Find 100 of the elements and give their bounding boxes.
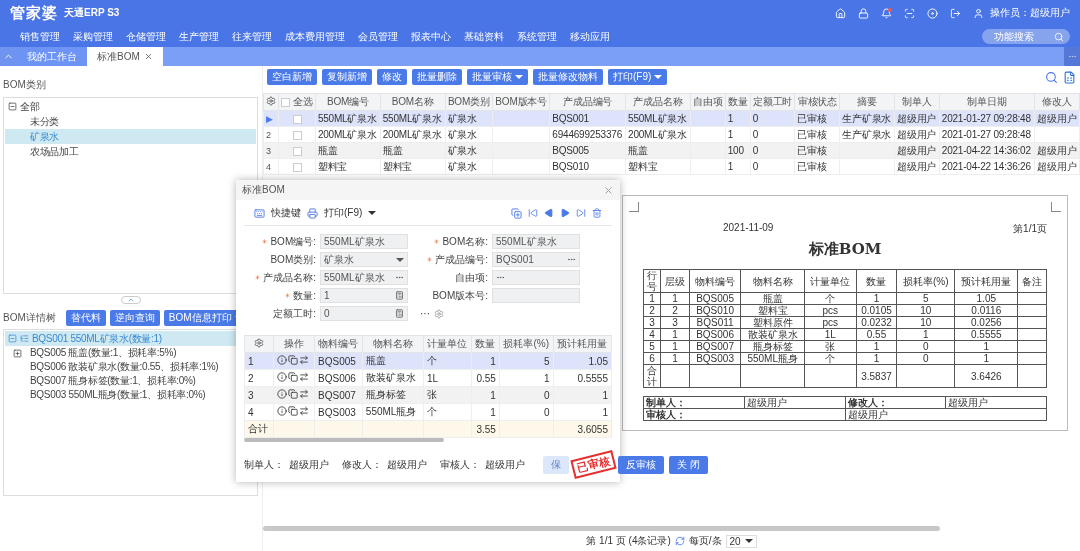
report-cell: 10 (896, 316, 955, 329)
field-label: 数量: (293, 288, 316, 303)
report-cell: BQS007 (689, 340, 741, 353)
report-header-cell: 备注 (1017, 269, 1047, 293)
person-label: 修改人： (342, 458, 382, 472)
report-cell: 3 (660, 316, 690, 329)
report-cell: 0.55 (856, 328, 897, 341)
report-cell: 5 (896, 292, 955, 305)
report-cell: 1 (660, 340, 690, 353)
field-label: 产成品名称: (263, 270, 316, 285)
table-cell: 生产矿泉水 (839, 126, 895, 143)
column-header: 摘要 (839, 93, 895, 111)
column-header: 数量 (725, 93, 751, 111)
report-header-cell: 行号 (643, 269, 661, 293)
total-cell: 3.6055 (553, 420, 612, 438)
field-label: 定额工时: (273, 306, 316, 321)
table-cell: 1 (471, 403, 500, 421)
table-cell: 已审核 (794, 142, 840, 159)
row-number: 3 (263, 142, 279, 159)
report-cell: 1.05 (954, 292, 1018, 305)
table-cell: 矿泉水 (445, 142, 493, 159)
row-number: 2 (244, 369, 274, 387)
field-label: 产成品编号: (435, 252, 488, 267)
table-cell: 生产矿泉水 (839, 110, 895, 127)
row-number: ▶ (263, 110, 279, 127)
table-cell: 超级用户 (1034, 110, 1080, 127)
report-cell: 瓶盖 (740, 292, 805, 305)
column-header: BOM版本号 (492, 93, 550, 111)
report-cell: 塑料原件 (740, 316, 805, 329)
table-cell: 2021-04-22 14:36:26 (939, 158, 1035, 175)
table-cell: 0 (750, 110, 795, 127)
report-cell: 1 (954, 352, 1018, 365)
table-cell: 瓶盖 (315, 142, 381, 159)
person-value: 超级用户 (289, 458, 329, 472)
section-title: BOM类别 (3, 78, 47, 92)
table-cell: BQS006 (314, 369, 363, 387)
report-cell: 4 (643, 328, 661, 341)
table-cell: 100 (725, 142, 751, 159)
report-cell: 0.0105 (856, 304, 897, 317)
table-cell: 瓶身标签 (362, 386, 424, 404)
column-header: 产成品编号 (549, 93, 626, 111)
report-cell: 个 (804, 352, 857, 365)
column-header: 计量单位 (423, 335, 472, 353)
column-header: 物料名称 (362, 335, 424, 353)
table-cell: BQS005 (314, 352, 363, 370)
table-cell: 1 (725, 110, 751, 127)
column-header: 操作 (273, 335, 315, 353)
per-page-label: 每页/条 (688, 534, 722, 548)
report-header-cell: 预计耗用量 (954, 269, 1018, 293)
table-cell: 超级用户 (894, 142, 940, 159)
report-header-cell: 物料名称 (740, 269, 805, 293)
table-cell: 0.5555 (553, 369, 612, 387)
table-cell: 550ML瓶身 (362, 403, 424, 421)
table-cell: 200ML矿泉水 (625, 126, 691, 143)
report-cell: 1 (660, 328, 690, 341)
person-value: 超级用户 (387, 458, 427, 472)
report-cell: 0.0232 (856, 316, 897, 329)
table-cell: 已审核 (794, 158, 840, 175)
row-number: 3 (244, 386, 274, 404)
report-cell: 1 (954, 340, 1018, 353)
table-cell: BQS003 (314, 403, 363, 421)
table-cell: 6944699253376 (549, 126, 626, 143)
report-cell: 550ML瓶身 (740, 352, 805, 365)
report-cell: 2 (643, 304, 661, 317)
report-cell: BQS006 (689, 328, 741, 341)
print-date: 2021-11-09 (723, 222, 774, 235)
page-info: 第 1/1 页 (4条记录) (586, 534, 671, 548)
person-value: 超级用户 (485, 458, 525, 472)
report-cell: 0.0116 (954, 304, 1018, 317)
column-header: BOM类别 (445, 93, 493, 111)
table-cell: 散装矿泉水 (362, 369, 424, 387)
report-cell: 1 (660, 352, 690, 365)
field-label: BOM版本号: (432, 288, 488, 303)
section-title: BOM详情树 (3, 311, 56, 325)
table-cell: 塑料宝 (315, 158, 381, 175)
total-label: 合计 (244, 420, 274, 438)
table-cell: 2021-01-27 09:28:48 (939, 110, 1035, 127)
report-title: 标准BOM (808, 240, 882, 259)
table-cell: 矿泉水 (445, 110, 493, 127)
table-cell: 已审核 (794, 110, 840, 127)
dialog-title: 标准BOM (242, 183, 285, 197)
report-cell: 10 (896, 304, 955, 317)
table-cell: 超级用户 (1034, 158, 1080, 175)
table-cell: 1 (471, 352, 500, 370)
table-cell: 200ML矿泉水 (315, 126, 381, 143)
report-cell: BQS003 (689, 352, 741, 365)
report-cell: 2 (660, 304, 690, 317)
column-header: 损耗率(%) (499, 335, 554, 353)
table-cell: 1 (471, 386, 500, 404)
table-cell: 0.55 (471, 369, 500, 387)
report-cell: 1 (856, 292, 897, 305)
logo: 管家婆 (10, 3, 58, 23)
signature-value: 超级用户 (744, 396, 845, 409)
table-cell: 1 (553, 403, 612, 421)
field-label: BOM名称: (442, 234, 488, 249)
row-number: 4 (244, 403, 274, 421)
table-cell: 超级用户 (894, 126, 940, 143)
report-cell: 1 (643, 292, 661, 305)
report-header-cell: 层级 (660, 269, 690, 293)
signature-value: 超级用户 (945, 396, 1047, 409)
